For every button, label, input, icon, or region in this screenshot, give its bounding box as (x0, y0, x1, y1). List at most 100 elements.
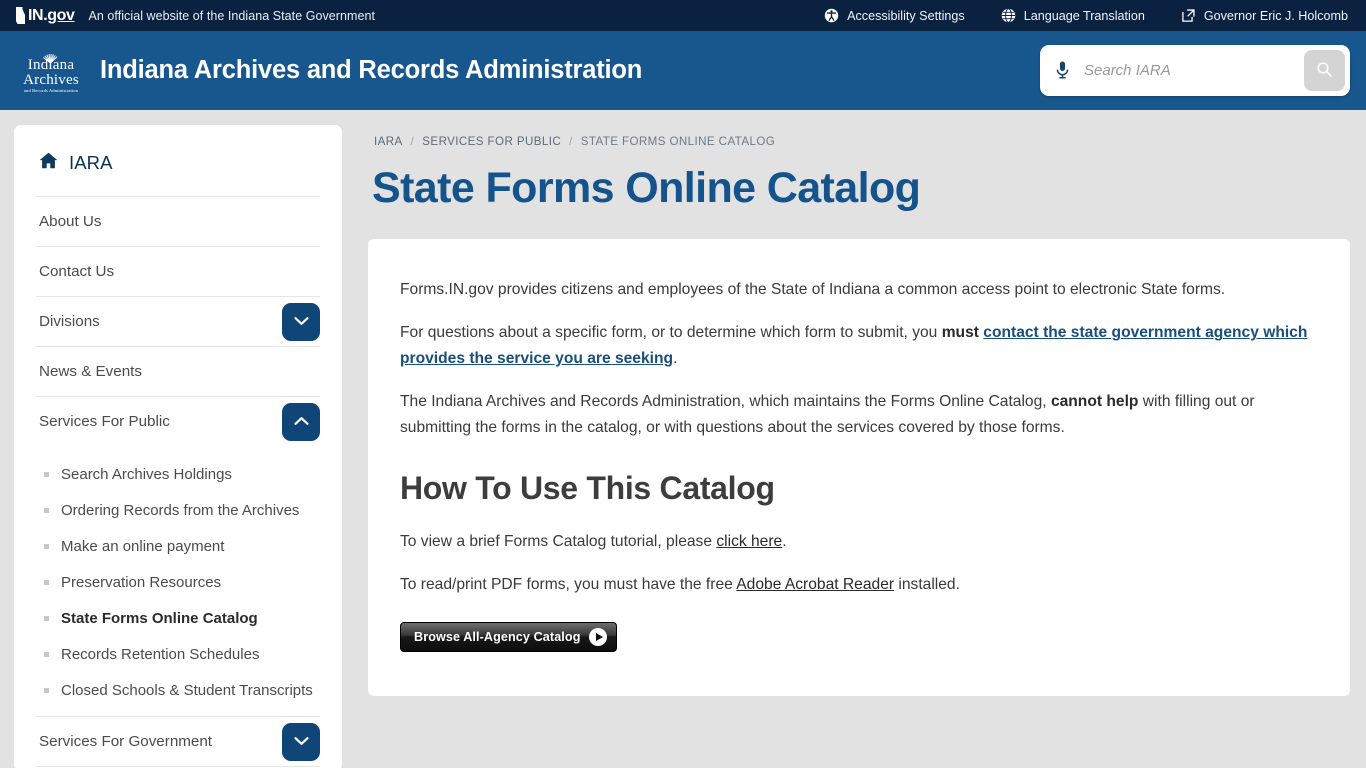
accessibility-settings-link[interactable]: Accessibility Settings (824, 8, 965, 23)
sidebar-item-contact-us[interactable]: Contact Us (36, 246, 320, 296)
starburst-icon (34, 48, 68, 63)
search-icon (1316, 61, 1333, 81)
chevron-up-icon (293, 414, 309, 429)
indiana-state-shape-icon (16, 7, 25, 24)
sidebar-subitem-make-online-payment[interactable]: Make an online payment (36, 528, 320, 564)
cannot-help-paragraph: The Indiana Archives and Records Adminis… (400, 389, 1312, 440)
ingov-in: IN (28, 6, 44, 24)
sidebar-item-home[interactable]: IARA (36, 125, 320, 196)
language-translation-label: Language Translation (1023, 8, 1145, 23)
sidebar-subitem-label: Records Retention Schedules (61, 645, 260, 663)
accessibility-settings-label: Accessibility Settings (847, 8, 965, 23)
home-icon (39, 152, 58, 174)
sidebar-item-services-for-government[interactable]: Services For Government (36, 716, 320, 766)
browse-button-label: Browse All-Agency Catalog (414, 629, 581, 644)
sidebar-item-services-for-public[interactable]: Services For Public (36, 396, 320, 446)
sidebar-item-divisions[interactable]: Divisions (36, 296, 320, 346)
sidebar-subitem-label: Search Archives Holdings (61, 465, 232, 483)
services-for-public-collapse-button[interactable] (282, 402, 320, 441)
tutorial-text-before: To view a brief Forms Catalog tutorial, … (400, 533, 717, 551)
services-for-government-expand-button[interactable] (282, 722, 320, 761)
breadcrumb-item-services-for-public[interactable]: SERVICES FOR PUBLIC (422, 135, 561, 148)
page-body: IARA About Us Contact Us Divisions News … (0, 110, 1366, 768)
section-heading-how-to-use: How To Use This Catalog (400, 470, 775, 507)
bullet-icon (44, 543, 49, 549)
sidebar-item-label: Contact Us (39, 263, 115, 280)
cannot-help-emphasis: cannot help (1050, 393, 1139, 411)
questions-paragraph: For questions about a specific form, or … (400, 320, 1312, 371)
play-arrow-icon (589, 627, 608, 646)
questions-text-before: For questions about a specific form, or … (400, 324, 942, 342)
search-input[interactable] (1072, 62, 1304, 79)
sidebar-home-label: IARA (69, 152, 113, 173)
sidebar-item-about-us[interactable]: About Us (36, 196, 320, 246)
sidebar-item-label: Services For Government (39, 733, 213, 750)
sidebar-subitem-label: Closed Schools & Student Transcripts (61, 681, 313, 699)
sidebar-subitem-preservation-resources[interactable]: Preservation Resources (36, 564, 320, 600)
accessibility-icon (824, 8, 839, 23)
bullet-icon (44, 507, 49, 513)
acrobat-text-before: To read/print PDF forms, you must have t… (400, 576, 737, 594)
breadcrumb-separator: / (569, 135, 573, 148)
bullet-icon (44, 579, 49, 585)
sidebar-item-label: Services For Public (39, 413, 170, 430)
site-header: Indiana Archives and Records Administrat… (0, 31, 1366, 110)
sidebar-item-label: News & Events (39, 363, 142, 380)
page-title: State Forms Online Catalog (372, 164, 921, 212)
sidebar-subitem-label: State Forms Online Catalog (61, 609, 258, 627)
ingov-logo[interactable]: IN. gov (16, 7, 75, 25)
click-here-link[interactable]: click here (716, 533, 782, 550)
sidebar-subitem-records-retention-schedules[interactable]: Records Retention Schedules (36, 636, 320, 672)
sidebar-subitem-search-archives-holdings[interactable]: Search Archives Holdings (36, 456, 320, 492)
tutorial-text-after: . (782, 533, 787, 551)
governor-link[interactable]: Governor Eric J. Holcomb (1181, 8, 1348, 23)
sidebar-sublist-services-for-public: Search Archives Holdings Ordering Record… (36, 446, 320, 716)
sidebar-navigation: IARA About Us Contact Us Divisions News … (14, 125, 342, 768)
main-content: IARA / SERVICES FOR PUBLIC / STATE FORMS… (368, 125, 1350, 768)
agency-logo-line2: Archives (23, 71, 79, 88)
search-bar (1040, 45, 1350, 96)
acrobat-text-after: installed. (894, 576, 960, 594)
cannot-help-text-before: The Indiana Archives and Records Adminis… (400, 393, 1051, 411)
bullet-icon (44, 615, 49, 621)
browse-all-agency-catalog-button[interactable]: Browse All-Agency Catalog (400, 621, 618, 652)
top-utility-links: Accessibility Settings Language Translat… (824, 8, 1350, 23)
breadcrumb-item-current: STATE FORMS ONLINE CATALOG (580, 135, 776, 148)
tutorial-paragraph: To view a brief Forms Catalog tutorial, … (400, 529, 1312, 554)
official-site-tagline: An official website of the Indiana State… (88, 8, 376, 23)
must-emphasis: must (941, 324, 979, 342)
language-translation-link[interactable]: Language Translation (1001, 8, 1145, 23)
ingov-wordmark: IN. gov (28, 7, 75, 25)
divisions-expand-button[interactable] (282, 302, 320, 341)
chevron-down-icon (293, 734, 309, 749)
sidebar-item-label: About Us (39, 213, 102, 230)
sidebar-divider (36, 766, 320, 767)
sidebar-subitem-ordering-records[interactable]: Ordering Records from the Archives (36, 492, 320, 528)
bullet-icon (44, 651, 49, 657)
sidebar-subitem-label: Preservation Resources (61, 573, 222, 591)
ingov-gov: gov (47, 6, 75, 24)
acrobat-paragraph: To read/print PDF forms, you must have t… (400, 572, 1312, 597)
microphone-icon[interactable] (1052, 59, 1072, 83)
sidebar-subitem-closed-schools-transcripts[interactable]: Closed Schools & Student Transcripts (36, 672, 320, 708)
agency-logo[interactable]: Indiana Archives and Records Administrat… (16, 48, 86, 94)
site-title: Indiana Archives and Records Administrat… (100, 56, 643, 84)
sidebar-item-news-events[interactable]: News & Events (36, 346, 320, 396)
agency-logo-line3: and Records Administration (23, 87, 79, 93)
content-card: Forms.IN.gov provides citizens and emplo… (368, 239, 1350, 696)
bullet-icon (44, 471, 49, 477)
chevron-down-icon (293, 314, 309, 329)
adobe-acrobat-reader-link[interactable]: Adobe Acrobat Reader (736, 576, 894, 593)
top-utility-bar: IN. gov An official website of the Indian… (0, 0, 1366, 31)
globe-icon (1001, 8, 1016, 23)
sidebar-subitem-state-forms-online-catalog[interactable]: State Forms Online Catalog (36, 600, 320, 636)
breadcrumb-item-iara[interactable]: IARA (374, 135, 403, 148)
search-submit-button[interactable] (1304, 50, 1345, 91)
questions-text-after: . (673, 349, 678, 367)
sidebar-subitem-label: Ordering Records from the Archives (61, 501, 300, 519)
sidebar-item-label: Divisions (39, 313, 100, 330)
governor-label: Governor Eric J. Holcomb (1203, 8, 1348, 23)
bullet-icon (44, 687, 49, 693)
intro-paragraph: Forms.IN.gov provides citizens and emplo… (400, 281, 1226, 298)
breadcrumb-separator: / (410, 135, 415, 148)
